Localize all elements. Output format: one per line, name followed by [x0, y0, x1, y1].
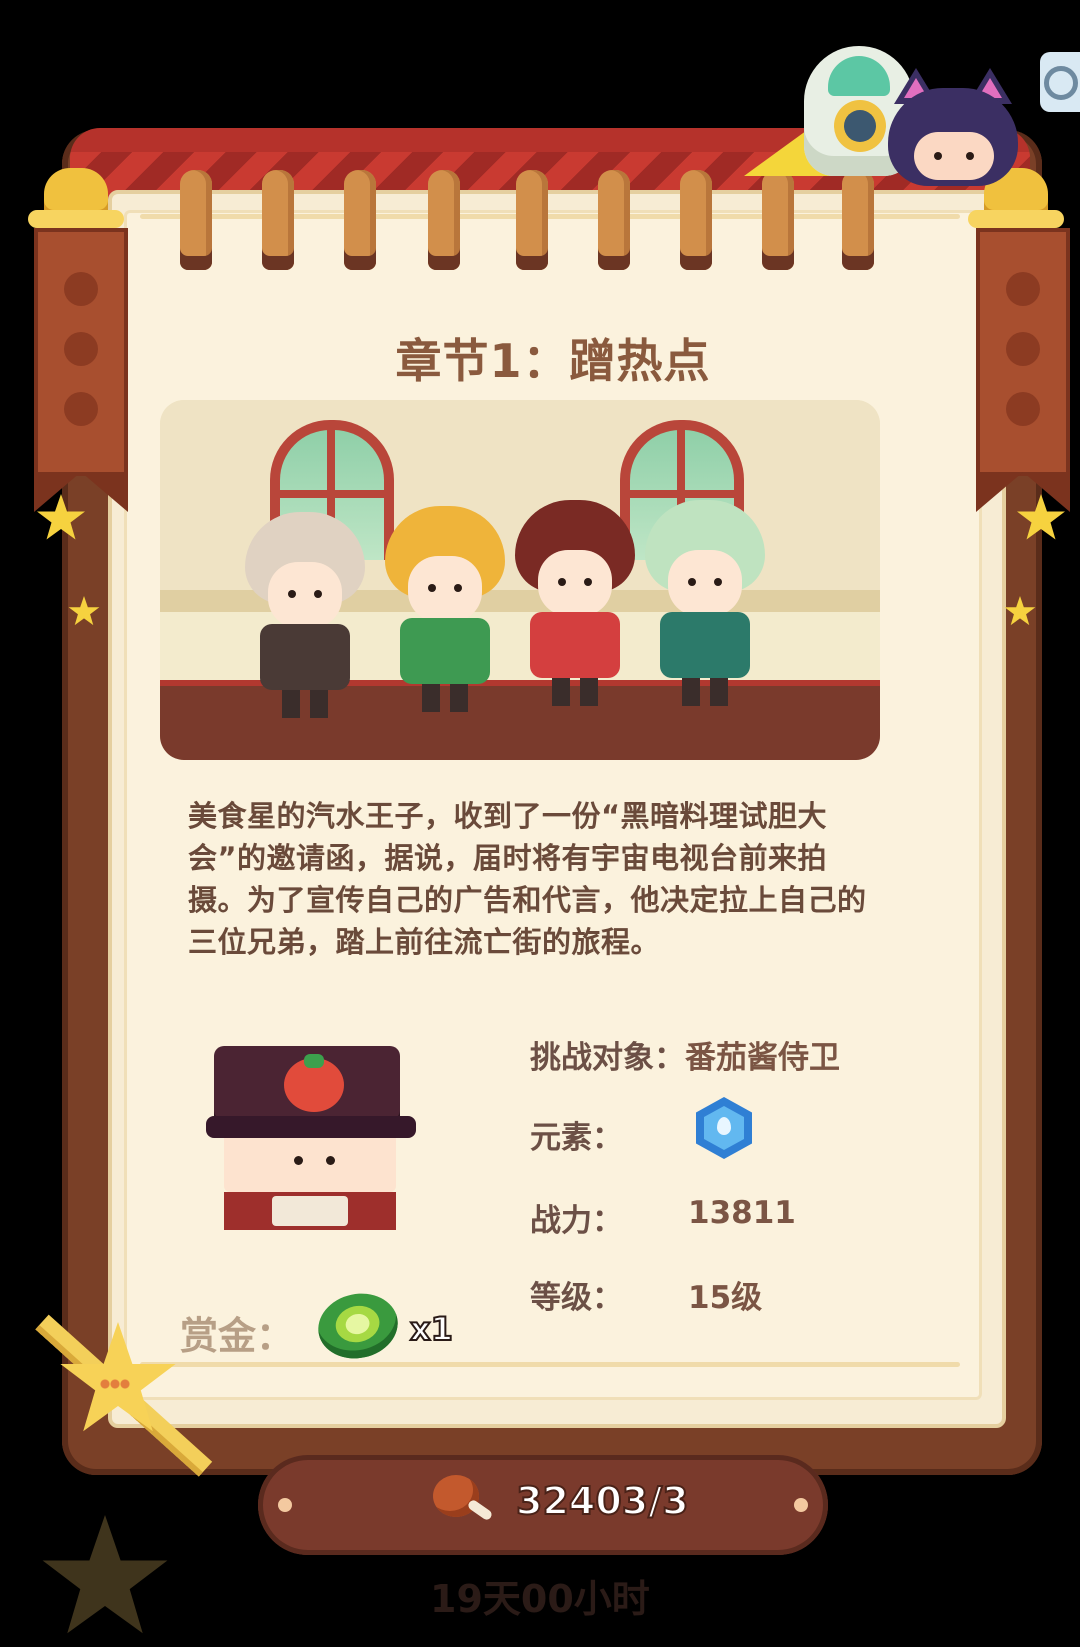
binder-ring	[516, 170, 548, 270]
stamina-value: 32403/3	[515, 1478, 690, 1524]
character-brown-hair	[510, 500, 640, 710]
binder-ring	[180, 170, 212, 270]
character-green-hair	[640, 500, 770, 710]
binder-ring	[680, 170, 712, 270]
element-label: 元素：	[530, 1120, 623, 1156]
meat-drumstick-icon	[433, 1475, 494, 1527]
star-icon	[42, 1515, 168, 1634]
power-value: 13811	[688, 1195, 796, 1231]
reward-label: 赏金：	[180, 1314, 295, 1358]
challenge-target-row: 挑战对象：番茄酱侍卫	[530, 1032, 840, 1077]
challenge-target-value: 番茄酱侍卫	[685, 1040, 840, 1076]
binder-ring	[262, 170, 294, 270]
power-label: 战力：	[530, 1203, 623, 1239]
character-silver-hair	[240, 512, 370, 722]
level-label: 等级：	[530, 1280, 623, 1316]
chapter-title: 章节1：蹭热点	[395, 334, 711, 388]
stamina-bar[interactable]: 32403/3	[258, 1455, 828, 1555]
chapter-illustration	[160, 400, 880, 760]
cat-mascot-icon	[888, 68, 1018, 188]
right-banner	[976, 228, 1070, 512]
settings-clip-icon[interactable]	[1040, 52, 1080, 112]
bell-rim	[968, 210, 1064, 228]
binder-ring	[762, 170, 794, 270]
chapter-description: 美食星的汽水王子，收到了一份“黑暗料理试胆大会”的邀请函，据说，届时将有宇宙电视…	[188, 799, 867, 959]
binder-ring	[344, 170, 376, 270]
level-value: 15级	[688, 1280, 763, 1316]
reward-count: x1	[409, 1309, 454, 1349]
enemy-portrait	[206, 1046, 416, 1230]
binder-ring	[428, 170, 460, 270]
character-blond-hair	[380, 506, 510, 716]
left-banner	[34, 228, 128, 512]
countdown-timer: 19天00小时	[430, 1577, 650, 1621]
challenge-target-label: 挑战对象：	[530, 1040, 685, 1076]
binder-ring	[842, 170, 874, 270]
binder-ring	[598, 170, 630, 270]
paper-bottom-line	[140, 1362, 960, 1367]
bell-rim	[28, 210, 124, 228]
star-badge-dots	[100, 1378, 130, 1390]
